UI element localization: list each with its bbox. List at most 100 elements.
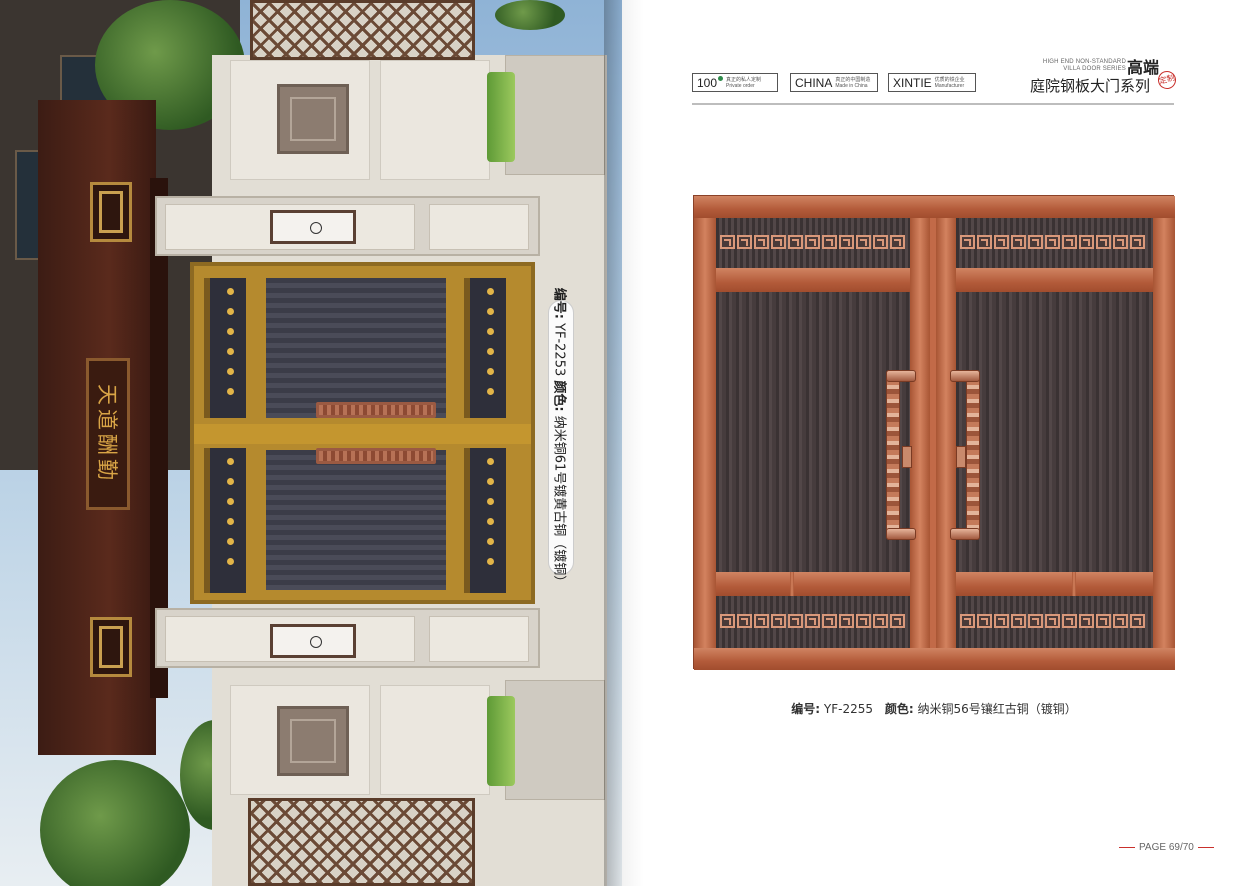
badge-xintie-sub-cn: 优质的铁企业 xyxy=(934,76,965,83)
badge-100-sub: 真正的私人定制 Private order xyxy=(726,77,761,89)
red-seal-stamp: 定制 xyxy=(1155,68,1179,92)
stud xyxy=(487,368,494,375)
stud xyxy=(487,478,494,485)
stud xyxy=(487,308,494,315)
sign-text: 天道酬勤 xyxy=(95,384,119,484)
badge-100-text: 100 xyxy=(697,75,718,90)
stud xyxy=(227,458,234,465)
badge-xintie-sub-en: Manufacturer xyxy=(934,82,965,89)
photo-code-label: 编号: xyxy=(551,287,567,319)
badge-private-order: 100 真正的私人定制 Private order xyxy=(692,73,778,92)
gate-center-rail xyxy=(194,424,531,444)
gate-handle xyxy=(316,402,436,418)
product-code-label: 编号: xyxy=(791,702,821,716)
pier-top xyxy=(505,55,605,175)
badge-dot-icon xyxy=(718,76,724,81)
series-english-line2: VILLA DOOR SERIES xyxy=(1063,66,1126,72)
handle-arm xyxy=(886,528,916,540)
left-page-photo: 天道酬勤 编号: YF-2253 颜色: 纳米铜61号镀黄古铜（镀铜） xyxy=(0,0,622,886)
stud-column xyxy=(204,448,246,593)
fret-pattern-top-right xyxy=(960,235,1145,251)
stud-column xyxy=(464,278,506,418)
stud xyxy=(487,558,494,565)
stud xyxy=(227,348,234,355)
product-code-value: YF-2255 xyxy=(823,702,873,716)
photo-code-value: YF-2253 xyxy=(551,322,567,376)
hedge-top xyxy=(487,72,515,162)
stud xyxy=(227,478,234,485)
photo-color-value: 纳米铜61号镀黄古铜（镀铜） xyxy=(551,415,567,588)
stud xyxy=(487,348,494,355)
door-rail-joint xyxy=(1072,572,1076,596)
door-mid-rail xyxy=(716,268,910,292)
wall-tile xyxy=(380,60,490,180)
door-lock-plate xyxy=(956,446,966,468)
lintel-panel xyxy=(429,616,529,662)
stud xyxy=(227,498,234,505)
door-mid-rail xyxy=(956,268,1153,292)
product-color-value: 纳米铜56号镶红古铜（镀铜） xyxy=(917,702,1077,716)
series-english: HIGH END NON-STANDARD VILLA DOOR SERIES xyxy=(1038,59,1126,73)
wall-lamp-top xyxy=(270,210,356,244)
shrub-top xyxy=(495,0,565,30)
stud xyxy=(227,308,234,315)
series-title: 庭院钢板大门系列 xyxy=(1030,77,1151,95)
badge-xintie-sub: 优质的铁企业 Manufacturer xyxy=(935,77,965,89)
stud xyxy=(227,538,234,545)
door-panel-right xyxy=(956,292,1153,572)
badge-china-sub-cn: 真正的中国制造 xyxy=(835,76,871,83)
fret-pattern-top-left xyxy=(720,235,905,251)
wall-plaque-top xyxy=(277,84,349,154)
badge-made-in-china: CHINA 真正的中国制造 Made in China xyxy=(790,73,878,92)
stud xyxy=(487,498,494,505)
stud xyxy=(227,388,234,395)
handle-bar xyxy=(966,370,980,540)
lattice-screen-bottom xyxy=(248,798,475,886)
badge-100-sub-cn: 真正的私人定制 xyxy=(726,76,762,83)
badge-xintie: XINTIE 优质的铁企业 Manufacturer xyxy=(888,73,976,92)
fret-ornament-bottom xyxy=(90,617,132,677)
handle-arm xyxy=(950,370,980,382)
door-panel-left xyxy=(716,292,910,572)
badge-100-sub-en: Private order xyxy=(726,82,755,89)
door-lock-plate xyxy=(902,446,912,468)
stud xyxy=(487,458,494,465)
stud xyxy=(227,558,234,565)
stud xyxy=(487,518,494,525)
door-lower-rail xyxy=(956,572,1153,596)
stud xyxy=(487,328,494,335)
fret-pattern-bottom-right xyxy=(960,614,1145,630)
door-top-rail xyxy=(694,196,1175,218)
gate-handle xyxy=(316,448,436,464)
gate-photo xyxy=(190,262,535,604)
door-bottom-rail xyxy=(694,648,1175,670)
handle-bar xyxy=(886,370,900,540)
badge-xintie-text: XINTIE xyxy=(893,75,932,90)
lattice-screen-top xyxy=(250,0,475,60)
calligraphy-sign: 天道酬勤 xyxy=(86,358,130,510)
product-color-label: 颜色: xyxy=(884,702,914,716)
fret-pattern-bottom-left xyxy=(720,614,905,630)
lintel-panel xyxy=(429,204,529,250)
book-gutter-shadow xyxy=(604,0,644,886)
product-caption: 编号: YF-2255 颜色: 纳米铜56号镶红古铜（镀铜） xyxy=(0,700,1243,717)
stud xyxy=(227,288,234,295)
gate-panel xyxy=(266,450,446,590)
badge-china-sub-en: Made in China xyxy=(835,82,868,89)
badge-china-sub: 真正的中国制造 Made in China xyxy=(835,77,870,89)
stud xyxy=(487,288,494,295)
door-frame-right xyxy=(1153,196,1175,670)
stud xyxy=(227,328,234,335)
door-rail-joint xyxy=(790,572,794,596)
stud xyxy=(227,368,234,375)
handle-arm xyxy=(886,370,916,382)
door-illustration xyxy=(693,195,1175,670)
stud-column xyxy=(464,448,506,593)
stud-column xyxy=(204,278,246,418)
stud xyxy=(487,538,494,545)
header-rule xyxy=(692,103,1174,105)
page-number: PAGE 69/70 xyxy=(1115,842,1218,853)
seal-text: 定制 xyxy=(1157,73,1176,86)
door-frame-left xyxy=(694,196,716,670)
pier-bottom xyxy=(505,680,605,800)
